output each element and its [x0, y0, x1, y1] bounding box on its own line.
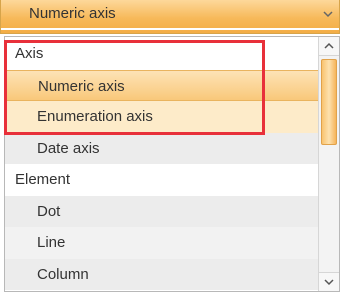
list-item-column[interactable]: Column [5, 258, 319, 290]
list-item-date-axis[interactable]: Date axis [5, 132, 319, 164]
list-item-dot[interactable]: Dot [5, 195, 319, 227]
list-group-element: Element [5, 164, 319, 196]
dropdown-list: Axis Numeric axis Enumeration axis Date … [5, 38, 319, 290]
scroll-down-button[interactable] [319, 272, 339, 291]
combo-underline [1, 28, 339, 30]
list-item-label: Axis [15, 45, 44, 62]
chevron-down-icon [324, 279, 334, 286]
list-item-enumeration-axis[interactable]: Enumeration axis [5, 101, 319, 133]
list-item-label: Line [37, 234, 66, 251]
scrollbar-thumb[interactable] [321, 59, 337, 145]
combo-selected-value: Numeric axis [29, 5, 116, 22]
list-item-label: Column [37, 265, 89, 283]
list-group-axis: Axis [5, 38, 319, 70]
list-item-label: Dot [37, 202, 61, 220]
list-item-line[interactable]: Line [5, 227, 319, 259]
chevron-up-icon [324, 42, 334, 49]
chevron-down-icon[interactable] [321, 7, 335, 21]
list-item-label: Date axis [37, 139, 100, 157]
vertical-scrollbar[interactable] [318, 37, 339, 291]
list-item-label: Enumeration axis [37, 108, 153, 125]
list-item-label: Element [15, 171, 71, 188]
chart-element-combo[interactable]: Numeric axis [0, 0, 340, 34]
scroll-up-button[interactable] [319, 37, 339, 56]
dropdown-list-panel: Axis Numeric axis Enumeration axis Date … [4, 36, 340, 292]
dropdown-widget: Numeric axis Axis Numeric axis Enumerati… [0, 0, 344, 293]
list-item-numeric-axis[interactable]: Numeric axis [5, 69, 319, 101]
list-item-label: Numeric axis [38, 77, 125, 95]
